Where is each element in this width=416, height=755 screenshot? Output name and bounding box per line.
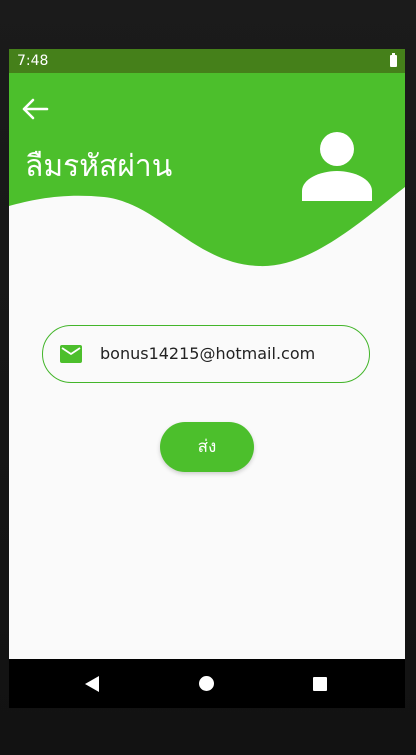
square-recents-icon[interactable] bbox=[313, 677, 327, 691]
navigation-bar bbox=[9, 659, 405, 708]
person-icon bbox=[302, 132, 372, 201]
battery-icon bbox=[390, 53, 397, 67]
app-screen: 7:48 ลืมรหัสผ่าน bonus14215@hotmail.com … bbox=[9, 49, 405, 708]
phone-device: 7:48 ลืมรหัสผ่าน bonus14215@hotmail.com … bbox=[0, 0, 416, 755]
back-button[interactable] bbox=[19, 93, 51, 125]
send-button[interactable]: ส่ง bbox=[160, 422, 254, 472]
email-value: bonus14215@hotmail.com bbox=[100, 344, 316, 363]
status-time: 7:48 bbox=[17, 53, 49, 69]
triangle-back-icon[interactable] bbox=[85, 676, 99, 692]
status-bar: 7:48 bbox=[9, 49, 405, 73]
page-title: ลืมรหัสผ่าน bbox=[25, 149, 173, 184]
circle-home-icon[interactable] bbox=[199, 676, 214, 691]
envelope-icon bbox=[60, 345, 82, 363]
email-field[interactable]: bonus14215@hotmail.com bbox=[42, 325, 370, 383]
arrow-left-icon bbox=[22, 98, 49, 120]
